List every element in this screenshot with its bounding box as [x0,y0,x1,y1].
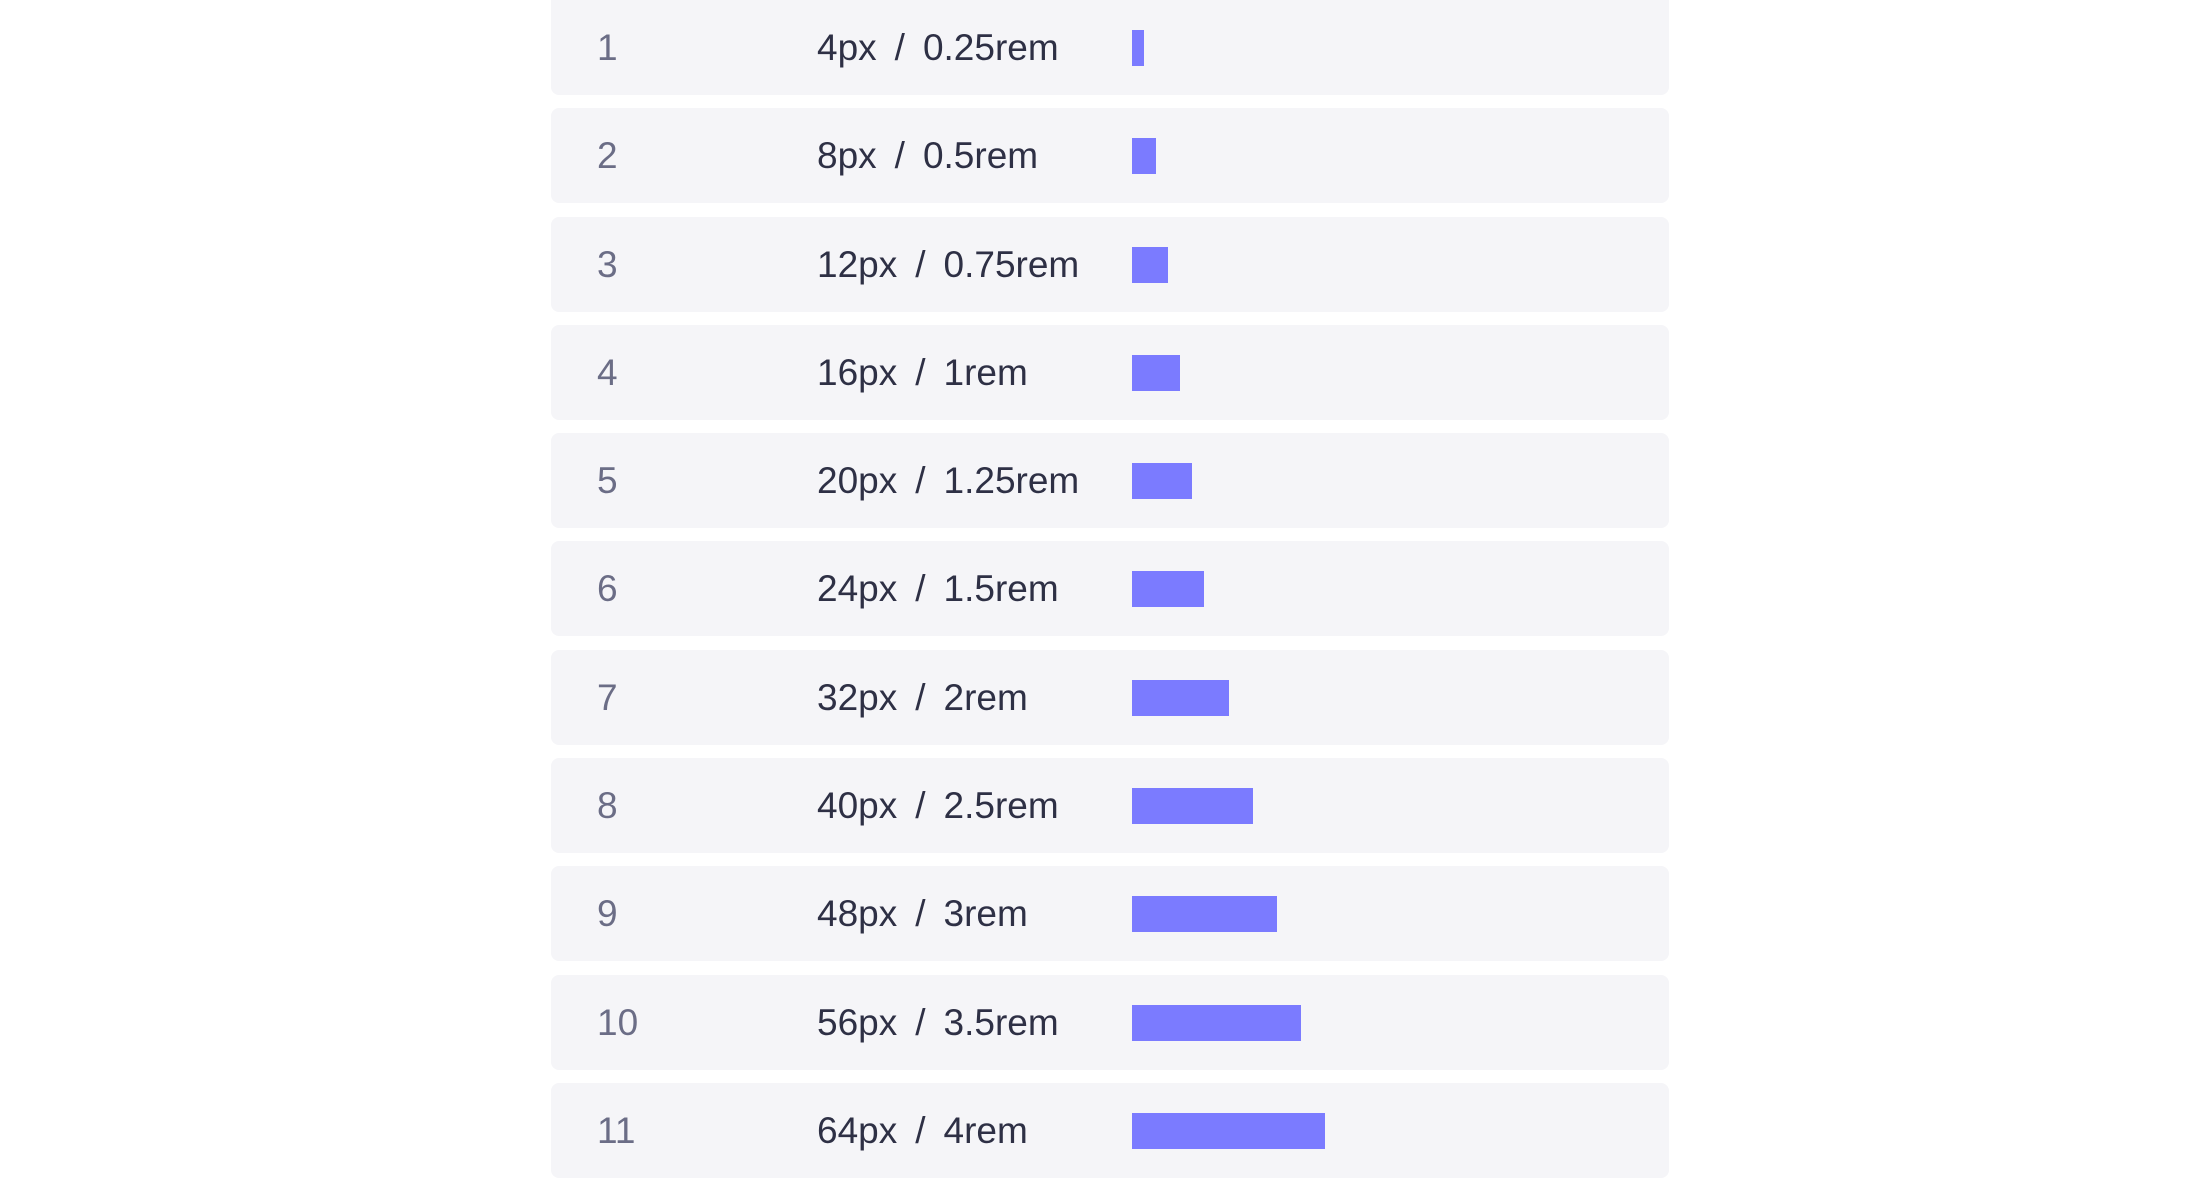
size-value: 56px / 3.5rem [817,975,1059,1070]
size-bar [1132,679,1229,716]
rem-value: 0.75rem [943,243,1080,285]
rem-value: 0.25rem [922,27,1059,68]
rem-value: 2.5rem [943,785,1059,827]
scale-row: 10 56px / 3.5rem [551,974,1669,1070]
separator: / [915,243,926,285]
scale-row: 6 24px / 1.5rem [551,541,1669,637]
scale-row: 9 48px / 3rem [551,866,1669,962]
px-value: 20px [817,460,898,502]
scale-row: 8 40px / 2.5rem [551,758,1669,854]
rem-value: 2rem [943,676,1028,718]
size-bar [1132,354,1181,391]
px-value: 32px [817,676,898,718]
scale-row: 11 64px / 4rem [551,1082,1669,1178]
size-bar [1132,571,1205,608]
step-number: 3 [597,243,618,285]
rem-value: 1.5rem [943,568,1059,610]
spacing-scale-list: 1 4px / 0.25rem 2 8px / 0.5rem 3 12px / 0.75re… [551,0,1669,1191]
separator: / [915,785,926,827]
rem-value: 3rem [943,893,1028,935]
size-value: 4px / 0.25rem [817,0,1059,95]
size-bar [1132,246,1169,283]
size-value: 20px / 1.25rem [817,433,1079,528]
separator: / [894,135,905,177]
scale-row: 4 16px / 1rem [551,324,1669,420]
step-number: 2 [597,135,618,177]
px-value: 24px [817,568,898,610]
px-value: 56px [817,1001,898,1043]
step-number: 8 [597,785,618,827]
size-value: 48px / 3rem [817,866,1028,961]
size-value: 16px / 1rem [817,325,1028,420]
scale-row: 7 32px / 2rem [551,649,1669,745]
step-number: 10 [597,1001,639,1043]
size-bar [1132,896,1277,933]
size-bar [1132,30,1145,66]
separator: / [915,1001,926,1043]
step-number: 6 [597,568,618,610]
px-value: 16px [817,351,898,393]
rem-value: 4rem [943,1109,1028,1151]
size-bar [1132,138,1157,175]
rem-value: 3.5rem [943,1001,1059,1043]
rem-value: 1rem [943,351,1028,393]
step-number: 4 [597,351,618,393]
size-value: 12px / 0.75rem [817,217,1079,312]
separator: / [915,351,926,393]
step-number: 5 [597,460,618,502]
px-value: 4px [817,27,877,68]
px-value: 40px [817,785,898,827]
scale-row: 2 8px / 0.5rem [551,108,1669,204]
step-number: 11 [597,1109,636,1151]
step-number: 9 [597,893,618,935]
size-value: 24px / 1.5rem [817,541,1059,636]
size-bar [1132,1112,1326,1149]
rem-value: 1.25rem [943,460,1080,502]
px-value: 64px [817,1109,898,1151]
step-number: 1 [597,27,618,68]
separator: / [894,27,905,68]
separator: / [915,893,926,935]
separator: / [915,460,926,502]
rem-value: 0.5rem [922,135,1039,177]
px-value: 48px [817,893,898,935]
separator: / [915,568,926,610]
size-value: 32px / 2rem [817,650,1028,745]
scale-row: 3 12px / 0.75rem [551,216,1669,312]
step-number: 7 [597,676,618,718]
scale-row: 5 20px / 1.25rem [551,433,1669,529]
px-value: 12px [817,243,898,285]
size-bar [1132,1004,1302,1041]
px-value: 8px [817,135,877,177]
size-bar [1132,788,1253,825]
scale-row: 1 4px / 0.25rem [551,0,1669,95]
size-value: 8px / 0.5rem [817,108,1038,203]
size-value: 64px / 4rem [817,1083,1028,1178]
size-value: 40px / 2.5rem [817,758,1059,853]
separator: / [915,676,926,718]
separator: / [915,1109,926,1151]
size-bar [1132,463,1193,500]
